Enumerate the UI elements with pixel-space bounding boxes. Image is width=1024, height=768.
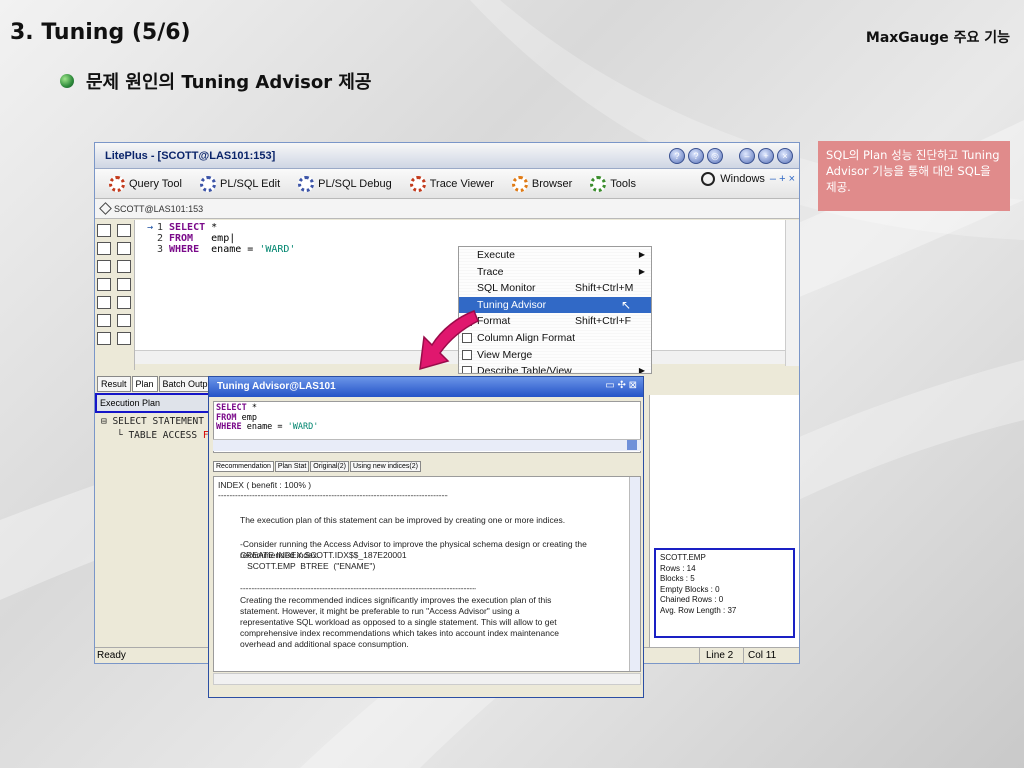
list-icon[interactable] xyxy=(97,260,111,273)
run-script-icon[interactable] xyxy=(117,224,131,237)
create-index-cols: SCOTT.EMP BTREE ("ENAME") xyxy=(240,561,376,571)
plsql-edit-gear-icon xyxy=(200,175,216,192)
query-tool-gear-icon xyxy=(109,175,125,192)
divider-line-2: ----------------------------------------… xyxy=(240,583,476,593)
first-icon[interactable] xyxy=(97,314,111,327)
tools-gear-icon xyxy=(590,175,607,192)
table-stats-box: SCOTT.EMP Rows : 14 Blocks : 5 Empty Blo… xyxy=(654,548,795,638)
menu-query-tool[interactable]: Query Tool xyxy=(109,175,182,192)
recommendation-horizontal-scrollbar[interactable] xyxy=(213,673,641,685)
editor-context-menu: Execute ▶ Trace ▶ SQL Monitor Shift+Ctrl+M … xyxy=(458,246,652,374)
menu-item-describe-table-view[interactable]: Describe Table/View ▶ xyxy=(459,363,651,373)
status-column: Col 11 xyxy=(743,648,783,664)
mouse-cursor-icon: ↖ xyxy=(620,297,631,312)
copy-icon[interactable] xyxy=(97,278,111,291)
settings-icon[interactable]: ◎ xyxy=(707,148,723,164)
recommendation-scrollbar[interactable] xyxy=(629,477,640,671)
windows-label: Windows xyxy=(720,173,765,185)
info-icon[interactable]: ? xyxy=(688,148,704,164)
menu-plsql-edit[interactable]: PL/SQL Edit xyxy=(200,175,280,192)
menu-item-column-align-format[interactable]: Column Align Format xyxy=(459,330,651,347)
advisor-titlebar: Tuning Advisor@LAS101 xyxy=(209,377,643,397)
menu-plsql-debug[interactable]: PL/SQL Debug xyxy=(298,175,392,192)
status-ready: Ready xyxy=(97,650,126,661)
pink-pointer-arrow-icon xyxy=(419,310,479,371)
open-icon[interactable] xyxy=(117,242,131,255)
menu-item-tuning-advisor[interactable]: Tuning Advisor ↖ xyxy=(459,296,651,314)
menu-tools[interactable]: Tools xyxy=(590,175,636,192)
help-icon[interactable]: ? xyxy=(669,148,685,164)
last-icon[interactable] xyxy=(117,314,131,327)
trace-icon[interactable] xyxy=(117,296,131,309)
execution-plan-header: Execution Plan xyxy=(95,393,211,413)
create-index-line: CREATE INDEX SCOTT.IDX$$_187E20001 xyxy=(240,550,407,560)
plan-tree: ⊟ SELECT STATEMENT A └ TABLE ACCESS FULL xyxy=(101,415,226,443)
recommendation-para-1: The execution plan of this statement can… xyxy=(240,515,566,525)
menu-item-format[interactable]: Format Shift+Ctrl+F xyxy=(459,313,651,330)
grid-icon[interactable] xyxy=(117,260,131,273)
main-menubar: Query Tool PL/SQL Edit PL/SQL Debug Trac… xyxy=(95,169,799,199)
stats-chained-rows: Chained Rows : 0 xyxy=(660,595,724,604)
history-icon[interactable] xyxy=(117,332,131,345)
connection-bar: SCOTT@LAS101:153 xyxy=(95,199,799,219)
window-title: LitePlus - [SCOTT@LAS101:153] xyxy=(105,149,276,162)
paste-icon[interactable] xyxy=(117,278,131,291)
menu-trace-viewer[interactable]: Trace Viewer xyxy=(409,175,494,192)
save-icon[interactable] xyxy=(97,242,111,255)
stats-rows: Rows : 14 xyxy=(660,563,696,573)
tab-plan-stat[interactable]: Plan Stat xyxy=(274,461,310,472)
tab-original[interactable]: Original(2) xyxy=(310,461,349,472)
plan-row-table-access[interactable]: └ TABLE ACCESS FULL xyxy=(101,429,226,443)
windows-controls[interactable]: – + × xyxy=(770,173,795,185)
slide-title: 3. Tuning (5/6) xyxy=(10,20,191,45)
tuning-advisor-dialog: Tuning Advisor@LAS101 ▭ ✣ ⊠ SELECT * FRO… xyxy=(208,376,644,698)
bullet-text: 문제 원인의 Tuning Advisor 제공 xyxy=(86,72,372,93)
tab-recommendation[interactable]: Recommendation xyxy=(213,461,274,472)
connection-label: SCOTT@LAS101:153 xyxy=(114,203,204,214)
menu-item-view-merge[interactable]: View Merge xyxy=(459,347,651,364)
stats-empty-blocks: Empty Blocks : 0 xyxy=(660,584,720,594)
windows-menu[interactable]: Windows – + × xyxy=(701,172,795,186)
menu-item-sql-monitor[interactable]: SQL Monitor Shift+Ctrl+M xyxy=(459,280,651,297)
format-icon[interactable] xyxy=(97,332,111,345)
brand-label: MaxGauge 주요 기능 xyxy=(865,30,1010,46)
code-line-1: 1 SELECT * xyxy=(156,222,218,233)
browser-gear-icon xyxy=(511,175,528,192)
advisor-sql-scrollbar[interactable] xyxy=(213,439,641,451)
title-controls: ? ? ◎ – + × xyxy=(669,148,793,164)
stats-blocks: Blocks : 5 xyxy=(660,574,695,583)
run-icon[interactable] xyxy=(97,224,111,237)
trace-viewer-gear-icon xyxy=(409,175,426,192)
advisor-tabs: Recommendation Plan Stat Original(2) Usi… xyxy=(213,461,421,472)
stats-avg-row-length: Avg. Row Length : 37 xyxy=(660,605,737,615)
menu-item-execute[interactable]: Execute ▶ xyxy=(459,247,651,264)
current-line-arrow-icon: → xyxy=(147,222,154,233)
close-button[interactable]: × xyxy=(777,148,793,164)
bullet-heading: 문제 원인의 Tuning Advisor 제공 xyxy=(60,68,371,94)
menu-item-trace[interactable]: Trace ▶ xyxy=(459,264,651,281)
editor-toolbar xyxy=(95,220,135,370)
plan-row-select[interactable]: ⊟ SELECT STATEMENT A xyxy=(101,415,226,429)
tab-result[interactable]: Result xyxy=(97,376,131,392)
power-icon xyxy=(701,172,716,186)
connection-icon xyxy=(99,202,112,215)
tab-using-new-indices[interactable]: Using new indices(2) xyxy=(349,461,421,472)
plsql-debug-gear-icon xyxy=(298,175,315,192)
divider-line: ----------------------------------------… xyxy=(218,490,448,500)
stats-table-name: SCOTT.EMP xyxy=(660,553,706,562)
recommendation-para-3: Creating the recommended indices signifi… xyxy=(240,595,559,649)
editor-vertical-scrollbar[interactable] xyxy=(785,220,799,366)
callout-note: SQL의 Plan 성능 진단하고 Tuning Advisor 기능을 통해 … xyxy=(818,141,1010,211)
minimize-button[interactable]: – xyxy=(739,148,755,164)
status-line: Line 2 xyxy=(699,648,745,664)
code-line-2: 2 FROM emp| xyxy=(156,233,236,244)
bullet-sphere-icon xyxy=(60,74,74,88)
scroll-right-icon[interactable] xyxy=(627,440,637,450)
plan-icon[interactable] xyxy=(97,296,111,309)
maximize-button[interactable]: + xyxy=(758,148,774,164)
menu-browser[interactable]: Browser xyxy=(511,175,572,192)
tab-plan[interactable]: Plan xyxy=(131,376,158,392)
recommendation-body: INDEX ( benefit : 100% ) ---------------… xyxy=(213,476,641,672)
advisor-window-controls[interactable]: ▭ ✣ ⊠ xyxy=(605,380,637,391)
